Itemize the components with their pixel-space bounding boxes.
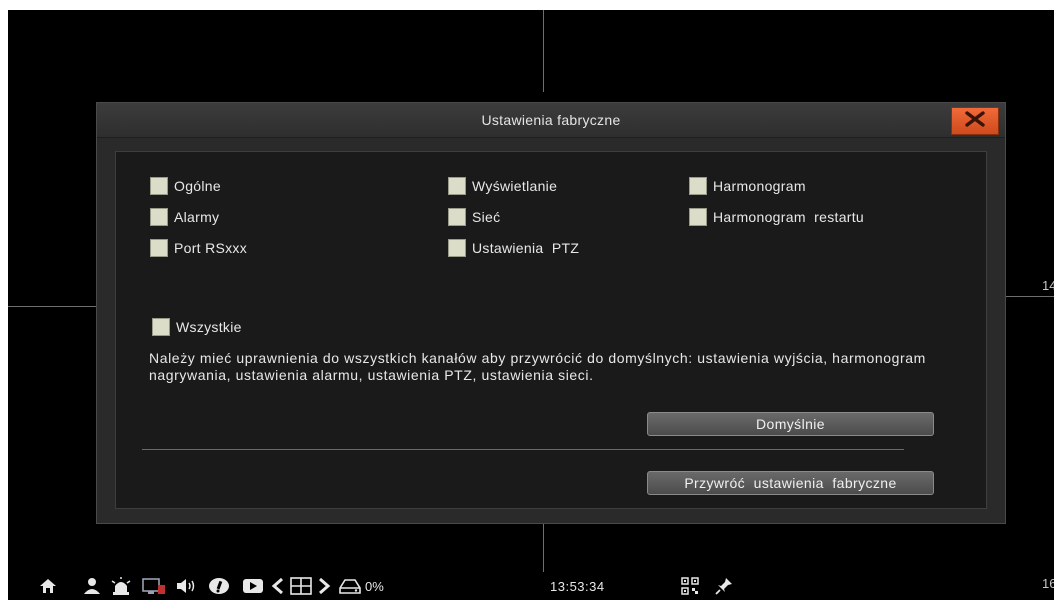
checkbox-harmonogram-restartu[interactable]: Harmonogram restartu — [689, 208, 864, 226]
checkbox-label: Wszystkie — [176, 319, 242, 335]
close-icon — [963, 110, 987, 132]
checkbox-label: Sieć — [472, 209, 501, 225]
factory-settings-dialog: Ustawienia fabryczne Ogólne Wyświetlanie — [96, 102, 1006, 524]
checkbox-ustawienia-ptz[interactable]: Ustawienia PTZ — [448, 239, 579, 257]
grid-line-vertical-top — [543, 10, 544, 92]
checkbox-label: Port RSxxx — [174, 240, 248, 256]
chevron-left-icon[interactable] — [270, 576, 286, 596]
grid-line-horizontal-left — [8, 306, 96, 307]
home-icon[interactable] — [38, 576, 58, 596]
checkbox-box[interactable] — [150, 177, 168, 195]
checkbox-box[interactable] — [448, 208, 466, 226]
qr-code-icon[interactable] — [680, 576, 700, 596]
checkbox-siec[interactable]: Sieć — [448, 208, 500, 226]
checkbox-box[interactable] — [150, 239, 168, 257]
checkbox-label: Alarmy — [174, 209, 220, 225]
checkbox-box[interactable] — [448, 177, 466, 195]
restore-factory-settings-button[interactable]: Przywróć ustawienia fabryczne — [647, 471, 934, 495]
divider — [142, 449, 904, 450]
checkbox-box[interactable] — [150, 208, 168, 226]
alarm-icon[interactable] — [111, 576, 131, 596]
checkbox-alarmy[interactable]: Alarmy — [150, 208, 219, 226]
close-button[interactable] — [951, 107, 999, 135]
dialog-title: Ustawienia fabryczne — [481, 112, 621, 128]
checkbox-label: Harmonogram restartu — [713, 209, 865, 225]
info-icon[interactable] — [208, 576, 230, 596]
taskbar: 0% 13:53:34 — [8, 572, 1054, 600]
volume-icon[interactable] — [176, 576, 196, 596]
dialog-content: Ogólne Wyświetlanie Harmonogram Alarmy S… — [115, 151, 987, 509]
permissions-note: Należy mieć uprawnienia do wszystkich ka… — [149, 350, 926, 383]
checkbox-wszystkie[interactable]: Wszystkie — [152, 318, 242, 336]
chevron-right-icon[interactable] — [316, 576, 332, 596]
layout-grid-icon[interactable] — [290, 576, 312, 596]
dialog-titlebar: Ustawienia fabryczne — [97, 103, 1005, 138]
pin-icon[interactable] — [714, 576, 734, 596]
checkbox-box[interactable] — [448, 239, 466, 257]
checkbox-label: Harmonogram — [713, 178, 806, 194]
checkbox-label: Ogólne — [174, 178, 221, 194]
dvr-screen: 14 16 Ustawienia fabryczne Ogólne Wyświe — [8, 10, 1054, 600]
grid-line-horizontal-right — [1005, 296, 1054, 297]
checkbox-port-rsxxx[interactable]: Port RSxxx — [150, 239, 247, 257]
checkbox-label: Wyświetlanie — [472, 178, 558, 194]
checkbox-box[interactable] — [689, 177, 707, 195]
user-icon[interactable] — [82, 576, 102, 596]
clock-time: 13:53:34 — [550, 579, 605, 594]
checkbox-wyswietlanie[interactable]: Wyświetlanie — [448, 177, 557, 195]
channel-number-label: 14 — [1042, 278, 1054, 293]
default-button[interactable]: Domyślnie — [647, 412, 934, 436]
storage-icon[interactable] — [339, 576, 361, 596]
checkbox-ogolne[interactable]: Ogólne — [150, 177, 221, 195]
monitor-alert-icon[interactable] — [142, 576, 166, 596]
storage-percent: 0% — [365, 579, 384, 594]
checkbox-box[interactable] — [689, 208, 707, 226]
playback-icon[interactable] — [242, 576, 264, 596]
checkbox-box[interactable] — [152, 318, 170, 336]
checkbox-label: Ustawienia PTZ — [472, 240, 580, 256]
checkbox-harmonogram[interactable]: Harmonogram — [689, 177, 806, 195]
